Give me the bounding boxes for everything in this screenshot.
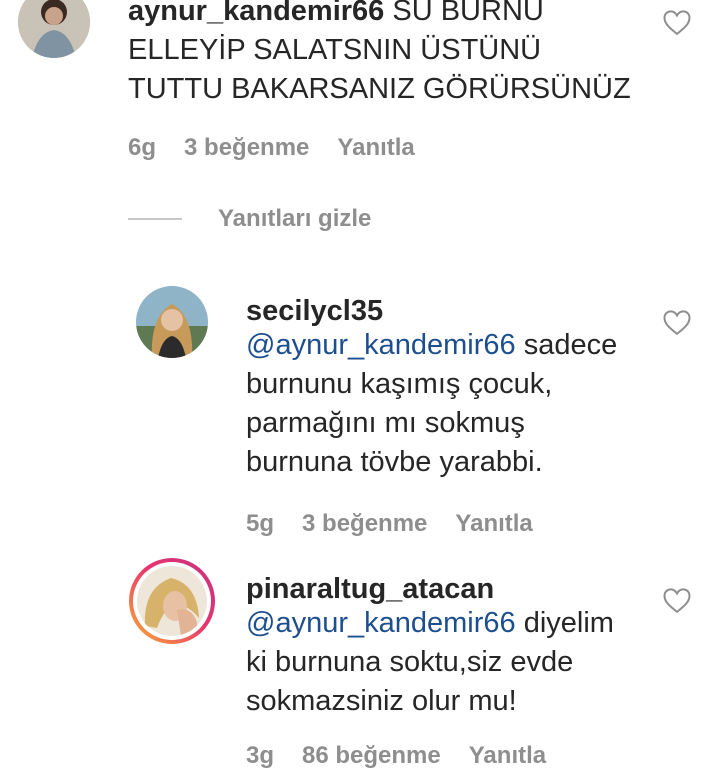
- heart-outline-icon: [663, 310, 691, 336]
- comment-meta: 6g 3 beğenme Yanıtla: [128, 134, 415, 162]
- hide-replies-button[interactable]: Yanıtları gizle: [128, 205, 371, 233]
- mention-link[interactable]: @aynur_kandemir66: [246, 607, 516, 639]
- divider-line: [128, 218, 182, 220]
- story-avatar[interactable]: [129, 558, 215, 644]
- like-button[interactable]: [662, 308, 692, 336]
- comment-time: 3g: [246, 742, 275, 769]
- like-button[interactable]: [662, 586, 692, 614]
- comment-time: 5g: [246, 510, 275, 537]
- comment-text: @aynur_kandemir66 diyelim ki burnuna sok…: [246, 607, 614, 717]
- mention-link[interactable]: @aynur_kandemir66: [246, 329, 516, 361]
- comment-username[interactable]: secilycl35: [246, 295, 383, 327]
- avatar[interactable]: [136, 286, 208, 358]
- comment-meta: 5g 3 beğenme Yanıtla: [246, 510, 533, 538]
- comment-text: @aynur_kandemir66 sadece burnunu kaşımış…: [246, 329, 618, 478]
- likes-count[interactable]: 86 beğenme: [302, 742, 441, 770]
- heart-outline-icon: [663, 588, 691, 614]
- comment-time: 6g: [128, 134, 157, 161]
- like-button[interactable]: [662, 8, 692, 36]
- hide-replies-label: Yanıtları gizle: [218, 205, 372, 232]
- comment-username[interactable]: aynur_kandemir66: [128, 0, 384, 27]
- comment-meta: 3g 86 beğenme Yanıtla: [246, 742, 546, 770]
- comment-username[interactable]: pinaraltug_atacan: [246, 573, 494, 605]
- likes-count[interactable]: 3 beğenme: [184, 134, 309, 162]
- reply-button[interactable]: Yanıtla: [337, 134, 414, 162]
- comment-text: aynur_kandemir66 SU BURNU ELLEYİP SALATS…: [128, 0, 668, 109]
- reply-button[interactable]: Yanıtla: [469, 742, 546, 770]
- avatar[interactable]: [18, 0, 90, 58]
- reply-button[interactable]: Yanıtla: [455, 510, 532, 538]
- heart-outline-icon: [663, 10, 691, 36]
- likes-count[interactable]: 3 beğenme: [302, 510, 427, 538]
